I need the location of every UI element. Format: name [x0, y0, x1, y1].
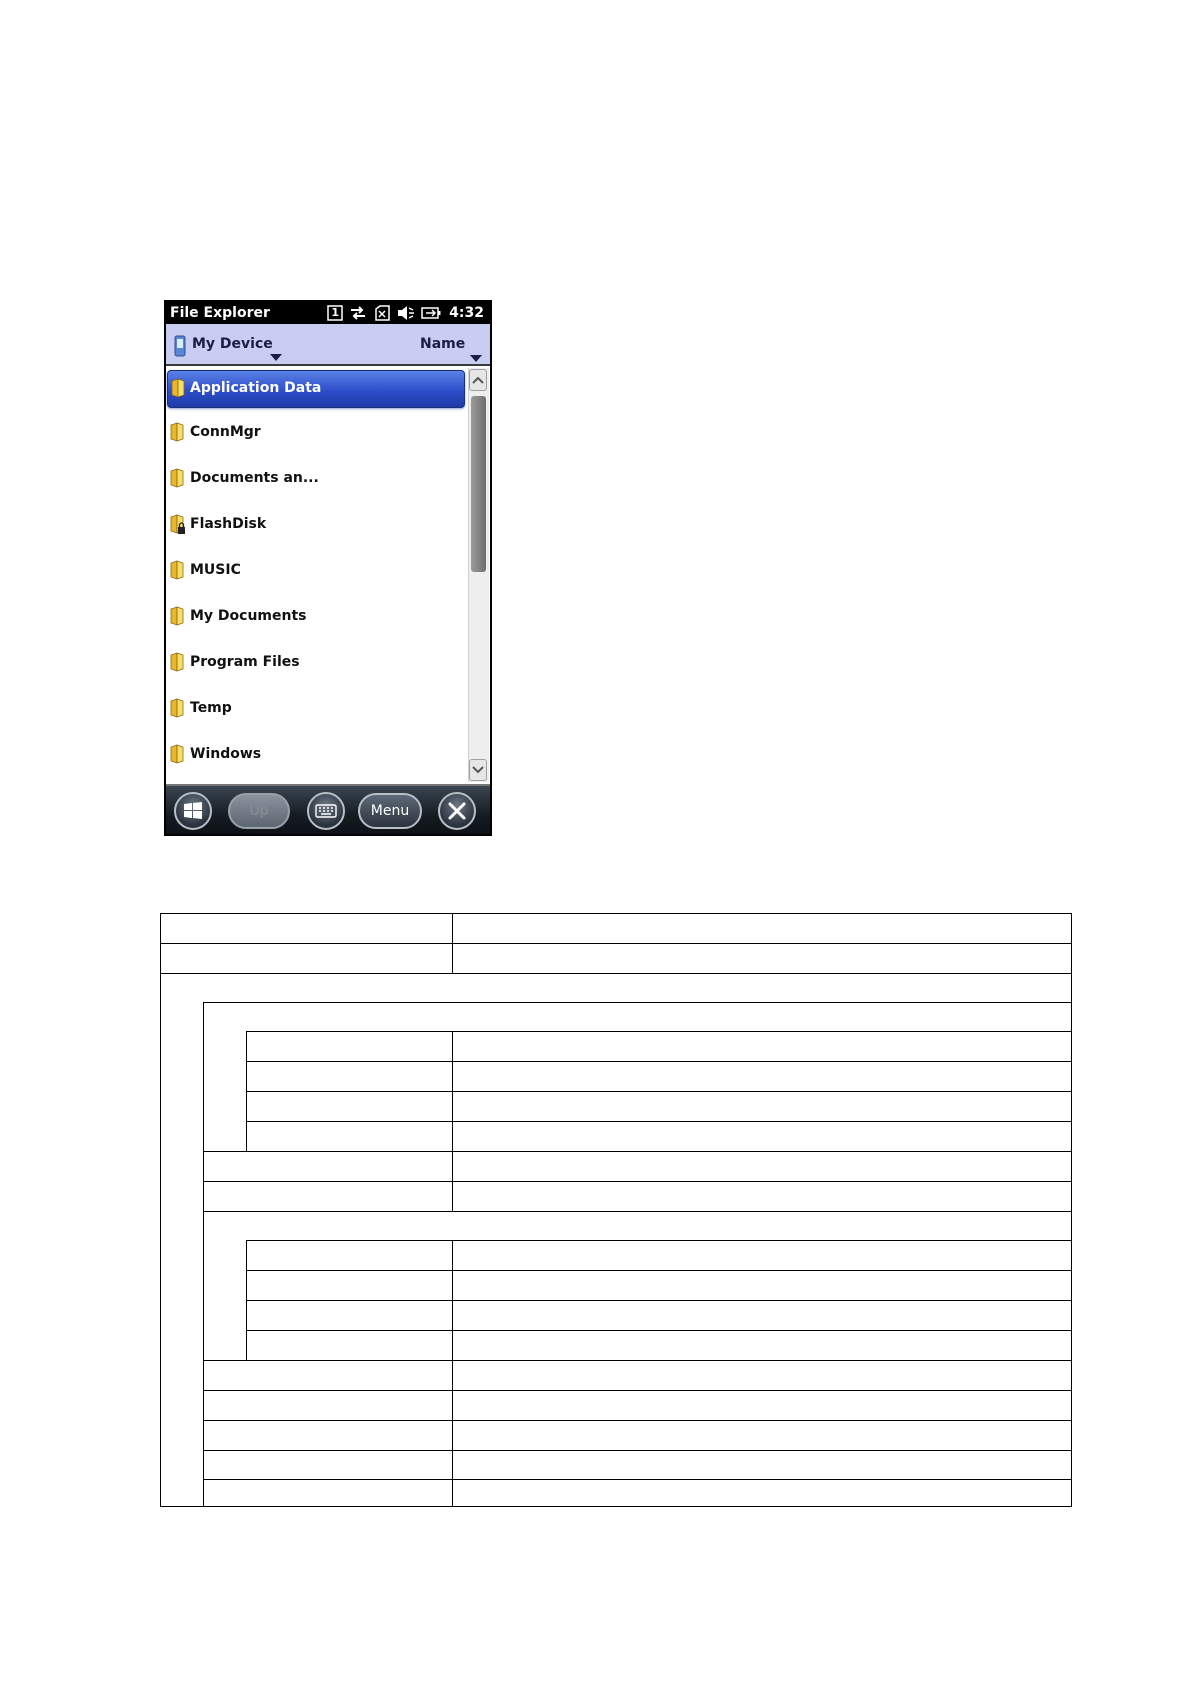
table-cell: [452, 1420, 1072, 1451]
table-cell: [452, 1330, 1072, 1361]
table-cell: [452, 1390, 1072, 1421]
table-cell: [246, 1300, 453, 1331]
table-cell: [452, 1360, 1072, 1391]
table-cell: [203, 1420, 453, 1451]
table-cell: [203, 1479, 453, 1507]
table-cell: [203, 1450, 453, 1480]
table-cell: [452, 1479, 1072, 1507]
table-cell: [452, 1181, 1072, 1212]
table-cell: [452, 1151, 1072, 1182]
table-cell: [203, 1151, 453, 1182]
table-cell: [452, 1300, 1072, 1331]
table-cell: [246, 1061, 453, 1092]
table-cell: [246, 1330, 453, 1361]
table-cell: [452, 1031, 1072, 1062]
table-cell: [160, 913, 453, 944]
table-cell: [452, 1061, 1072, 1092]
table-cell: [246, 1240, 453, 1271]
table-cell: [203, 1181, 453, 1212]
table-cell: [246, 1091, 453, 1122]
empty-table: [0, 0, 1190, 1684]
table-cell: [452, 1450, 1072, 1480]
table-cell: [203, 1360, 453, 1391]
table-cell: [452, 1270, 1072, 1301]
table-cell: [246, 1270, 453, 1301]
table-cell: [203, 1390, 453, 1421]
table-cell: [452, 1091, 1072, 1122]
table-cell: [246, 1031, 453, 1062]
table-cell: [452, 943, 1072, 974]
table-cell: [452, 913, 1072, 944]
table-cell: [246, 1121, 453, 1152]
table-cell: [452, 1121, 1072, 1152]
table-cell: [160, 943, 453, 974]
table-cell: [452, 1240, 1072, 1271]
